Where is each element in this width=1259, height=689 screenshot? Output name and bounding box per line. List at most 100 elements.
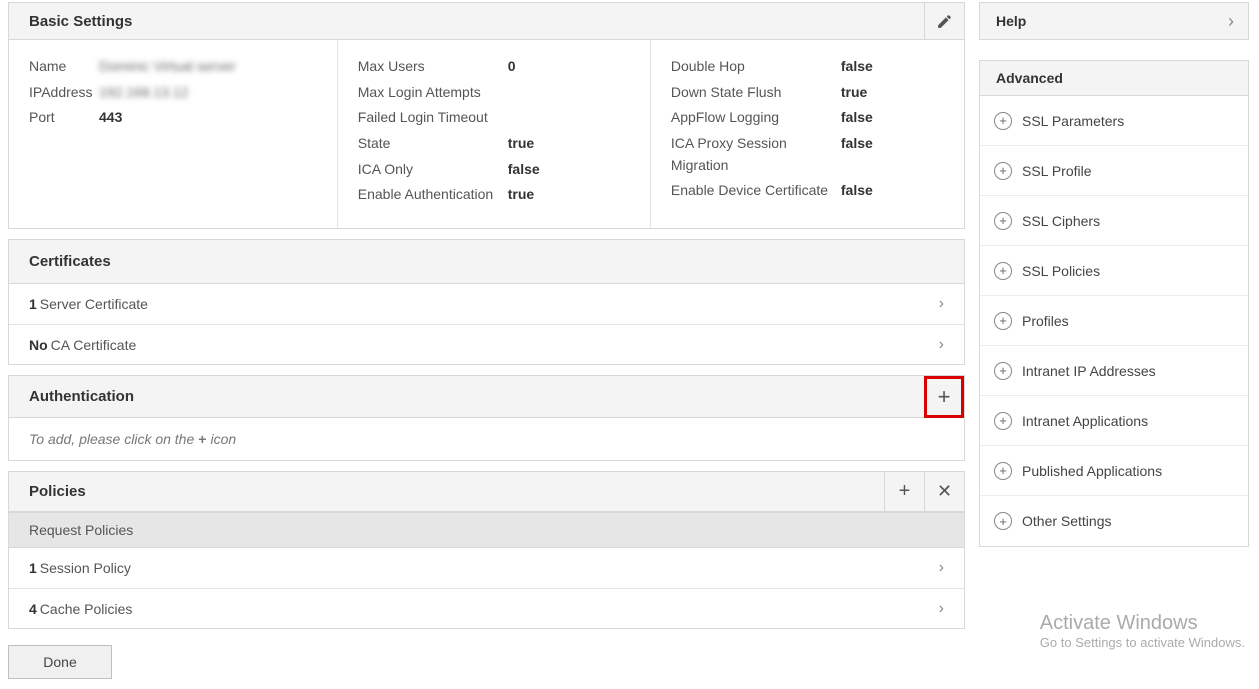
device-cert-label: Enable Device Certificate <box>671 180 841 202</box>
adv-item-label: Profiles <box>1022 313 1069 329</box>
policies-subheader: Request Policies <box>9 512 964 548</box>
circle-plus-icon: + <box>994 512 1012 530</box>
policies-add-button[interactable]: + <box>884 472 924 512</box>
down-state-label: Down State Flush <box>671 82 841 104</box>
advanced-header: Advanced <box>979 60 1249 96</box>
authentication-title: Authentication <box>29 388 134 405</box>
basic-settings-panel: Basic Settings NameDominic Virtual serve… <box>8 2 965 229</box>
hint-plus: + <box>198 431 206 447</box>
name-value: Dominic Virtual server <box>99 56 236 78</box>
circle-plus-icon: + <box>994 312 1012 330</box>
chevron-right-icon: › <box>939 600 944 618</box>
appflow-value: false <box>841 107 873 129</box>
close-icon: ✕ <box>937 481 952 502</box>
advanced-title: Advanced <box>996 70 1063 86</box>
adv-item-published-apps[interactable]: + Published Applications <box>980 446 1248 496</box>
circle-plus-icon: + <box>994 212 1012 230</box>
max-login-label: Max Login Attempts <box>358 82 508 104</box>
certificates-panel: Certificates 1Server Certificate › NoCA … <box>8 239 965 365</box>
server-cert-count: 1 <box>29 296 37 312</box>
max-users-value: 0 <box>508 56 516 78</box>
policies-title: Policies <box>29 483 86 500</box>
server-cert-label: Server Certificate <box>40 296 148 312</box>
circle-plus-icon: + <box>994 262 1012 280</box>
port-label: Port <box>29 107 99 129</box>
enable-auth-value: true <box>508 184 534 206</box>
ica-only-label: ICA Only <box>358 159 508 181</box>
done-button[interactable]: Done <box>8 645 112 679</box>
max-users-label: Max Users <box>358 56 508 78</box>
chevron-right-icon: › <box>939 295 944 313</box>
circle-plus-icon: + <box>994 412 1012 430</box>
name-label: Name <box>29 56 99 78</box>
advanced-list: + SSL Parameters + SSL Profile + SSL Cip… <box>979 96 1249 547</box>
circle-plus-icon: + <box>994 112 1012 130</box>
ip-value: 192.168.13.12 <box>99 82 189 104</box>
chevron-right-icon: › <box>939 336 944 354</box>
certificates-title: Certificates <box>29 253 111 270</box>
ca-cert-label: CA Certificate <box>51 337 137 353</box>
hint-suffix: icon <box>210 431 236 447</box>
ica-only-value: false <box>508 159 540 181</box>
failed-timeout-label: Failed Login Timeout <box>358 107 508 129</box>
adv-item-ssl-ciphers[interactable]: + SSL Ciphers <box>980 196 1248 246</box>
basic-col-3: Double Hopfalse Down State Flushtrue App… <box>651 40 964 228</box>
edit-button[interactable] <box>924 3 964 39</box>
appflow-label: AppFlow Logging <box>671 107 841 129</box>
adv-item-label: Intranet IP Addresses <box>1022 363 1156 379</box>
session-policy-count: 1 <box>29 560 37 576</box>
adv-item-label: SSL Parameters <box>1022 113 1124 129</box>
circle-plus-icon: + <box>994 362 1012 380</box>
adv-item-label: Published Applications <box>1022 463 1162 479</box>
ica-proxy-label: ICA Proxy Session Migration <box>671 133 841 176</box>
ica-proxy-value: false <box>841 133 873 176</box>
adv-item-intranet-apps[interactable]: + Intranet Applications <box>980 396 1248 446</box>
adv-item-other-settings[interactable]: + Other Settings <box>980 496 1248 546</box>
enable-auth-label: Enable Authentication <box>358 184 508 206</box>
chevron-right-icon: › <box>939 559 944 577</box>
policies-close-button[interactable]: ✕ <box>924 472 964 512</box>
plus-icon: + <box>899 480 911 503</box>
policies-panel: Policies + ✕ Request Policies 1Session P… <box>8 471 965 629</box>
cache-policies-label: Cache Policies <box>40 601 133 617</box>
ca-cert-count: No <box>29 337 48 353</box>
cache-policies-row[interactable]: 4Cache Policies › <box>9 588 964 628</box>
session-policy-row[interactable]: 1Session Policy › <box>9 548 964 588</box>
double-hop-label: Double Hop <box>671 56 841 78</box>
ip-label: IPAddress <box>29 82 99 104</box>
circle-plus-icon: + <box>994 462 1012 480</box>
state-label: State <box>358 133 508 155</box>
adv-item-label: SSL Policies <box>1022 263 1100 279</box>
authentication-add-button[interactable]: + <box>924 376 964 418</box>
adv-item-ssl-profile[interactable]: + SSL Profile <box>980 146 1248 196</box>
circle-plus-icon: + <box>994 162 1012 180</box>
adv-item-intranet-ip[interactable]: + Intranet IP Addresses <box>980 346 1248 396</box>
authentication-panel: Authentication + To add, please click on… <box>8 375 965 461</box>
basic-col-1: NameDominic Virtual server IPAddress192.… <box>9 40 338 228</box>
device-cert-value: false <box>841 180 873 202</box>
basic-settings-title: Basic Settings <box>29 13 132 30</box>
adv-item-label: SSL Profile <box>1022 163 1092 179</box>
state-value: true <box>508 133 534 155</box>
adv-item-label: SSL Ciphers <box>1022 213 1100 229</box>
authentication-hint: To add, please click on the + icon <box>9 418 964 460</box>
ca-certificate-row[interactable]: NoCA Certificate › <box>9 324 964 364</box>
adv-item-label: Intranet Applications <box>1022 413 1148 429</box>
down-state-value: true <box>841 82 867 104</box>
hint-prefix: To add, please click on the <box>29 431 194 447</box>
basic-col-2: Max Users0 Max Login Attempts Failed Log… <box>338 40 651 228</box>
pencil-icon <box>936 13 953 30</box>
help-panel[interactable]: Help › <box>979 2 1249 40</box>
adv-item-label: Other Settings <box>1022 513 1112 529</box>
help-title: Help <box>996 13 1026 29</box>
cache-policies-count: 4 <box>29 601 37 617</box>
adv-item-profiles[interactable]: + Profiles <box>980 296 1248 346</box>
adv-item-ssl-policies[interactable]: + SSL Policies <box>980 246 1248 296</box>
server-certificate-row[interactable]: 1Server Certificate › <box>9 284 964 324</box>
port-value: 443 <box>99 107 122 129</box>
session-policy-label: Session Policy <box>40 560 131 576</box>
double-hop-value: false <box>841 56 873 78</box>
chevron-right-icon: › <box>1228 11 1234 32</box>
plus-icon: + <box>938 384 951 410</box>
adv-item-ssl-parameters[interactable]: + SSL Parameters <box>980 96 1248 146</box>
